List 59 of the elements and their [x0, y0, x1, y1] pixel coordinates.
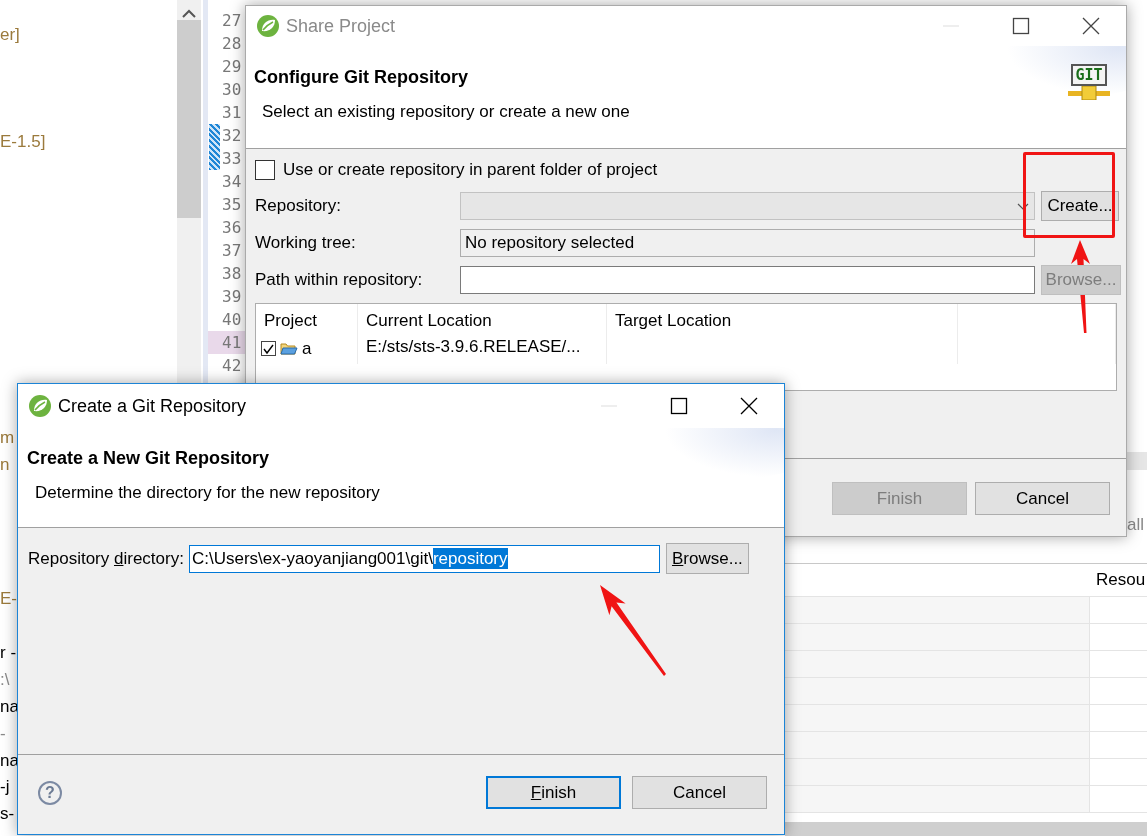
- line-number: 34: [222, 172, 242, 191]
- table-cell-text: a: [302, 337, 312, 360]
- line-number: 28: [222, 34, 242, 53]
- line-number: 37: [222, 241, 242, 260]
- field-label: Working tree:: [255, 231, 357, 254]
- column-header[interactable]: Target Location: [615, 310, 732, 330]
- line-number: 33: [222, 149, 242, 168]
- dialog-button[interactable]: Finish: [486, 776, 621, 809]
- table-cell: E:/sts/sts-3.9.6.RELEASE/...: [366, 336, 581, 356]
- close-icon[interactable]: [1081, 16, 1101, 36]
- dialog-button[interactable]: Cancel: [632, 776, 767, 809]
- dialog-description: Select an existing repository or create a new one: [262, 101, 630, 123]
- field-label: Repository directory:: [28, 547, 184, 570]
- folder-icon: [280, 341, 298, 356]
- tree-item-label[interactable]: er]: [0, 24, 20, 44]
- dialog-heading: Configure Git Repository: [254, 66, 469, 89]
- column-header[interactable]: Current Location: [366, 310, 492, 330]
- change-marker: [209, 147, 220, 170]
- change-marker: [209, 124, 220, 147]
- close-icon[interactable]: [739, 396, 759, 416]
- leaf-icon: [28, 394, 52, 418]
- dialog-heading: Create a New Git Repository: [27, 447, 271, 470]
- field-label: Path within repository:: [255, 268, 424, 291]
- checkbox-label: Use or create repository in parent folder of project: [283, 159, 658, 181]
- tab-label[interactable]: all: [1127, 512, 1144, 538]
- tree-item-label[interactable]: s-: [0, 804, 15, 824]
- help-button[interactable]: ?: [38, 780, 62, 805]
- line-number: 29: [222, 57, 242, 76]
- logo-text: GIT: [1071, 64, 1107, 86]
- pipe-icon: [1068, 86, 1110, 100]
- line-number: 40: [222, 310, 242, 329]
- maximize-icon[interactable]: [669, 396, 689, 416]
- tree-item-label[interactable]: -j: [0, 777, 10, 797]
- browse-button[interactable]: Browse...: [665, 543, 749, 574]
- tree-item-label[interactable]: E-1.5]: [0, 132, 46, 152]
- tree-item-label[interactable]: m: [0, 427, 15, 447]
- line-number: 36: [222, 218, 242, 237]
- line-number: 38: [222, 264, 242, 283]
- column-header[interactable]: Resou: [1096, 570, 1146, 590]
- line-number: 30: [222, 80, 242, 99]
- line-number: 42: [222, 356, 242, 375]
- tree-item-label[interactable]: :\: [0, 669, 10, 689]
- line-number: 41: [222, 333, 242, 352]
- leaf-icon: [256, 14, 280, 38]
- line-number: 39: [222, 287, 242, 306]
- maximize-icon[interactable]: [1011, 16, 1031, 36]
- checkbox[interactable]: [261, 341, 276, 356]
- window-title: Share Project: [286, 14, 397, 38]
- line-number: 35: [222, 195, 242, 214]
- dialog-description: Determine the directory for the new repository: [35, 482, 381, 504]
- line-number: 31: [222, 103, 242, 122]
- tree-item-label[interactable]: r -: [0, 643, 17, 662]
- tree-item-label[interactable]: E-: [0, 589, 17, 609]
- line-number: 32: [222, 126, 242, 145]
- tree-item-label[interactable]: n: [0, 454, 10, 474]
- line-number: 27: [222, 11, 242, 30]
- field-label: Repository:: [255, 194, 342, 217]
- column-header[interactable]: Project: [264, 310, 317, 330]
- window-title: Create a Git Repository: [58, 394, 248, 418]
